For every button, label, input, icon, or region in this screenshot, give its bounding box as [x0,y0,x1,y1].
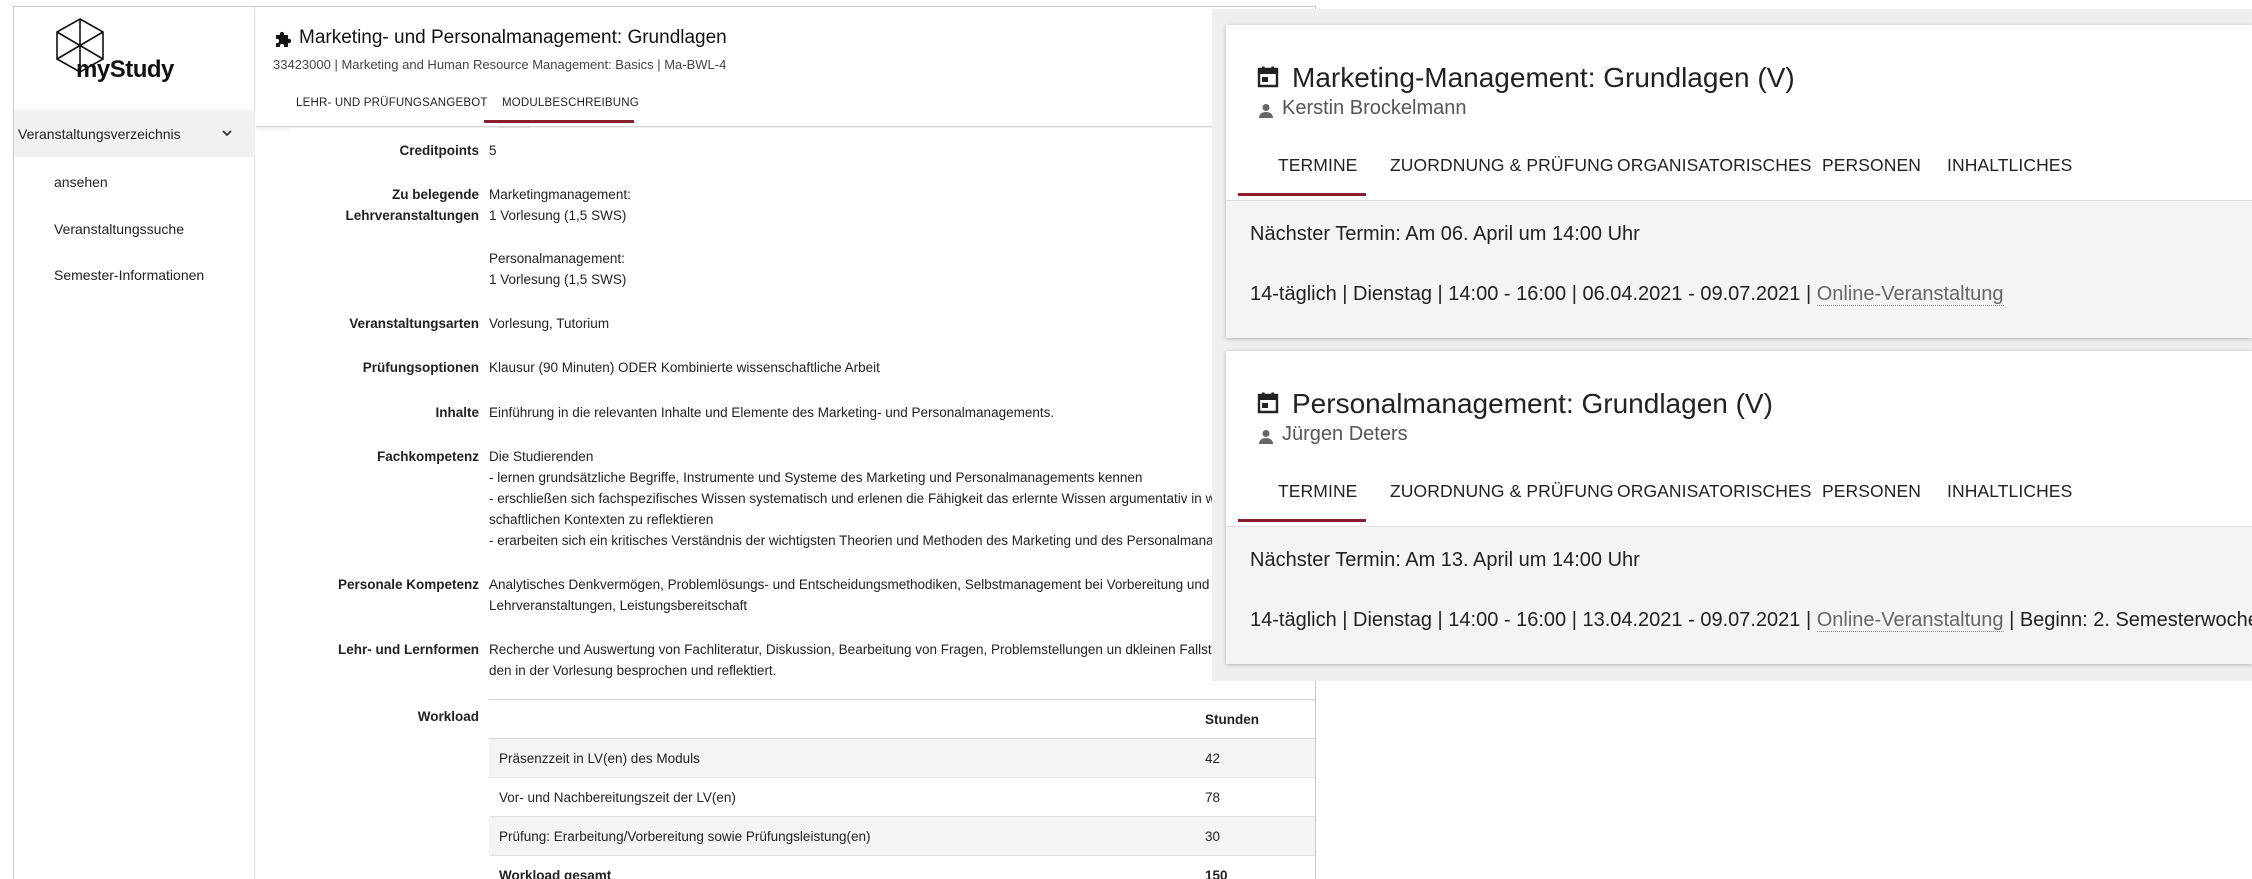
schedule-line: 14-täglich | Dienstag | 14:00 - 16:00 | … [1250,283,2004,306]
sidebar-item-ansehen[interactable]: ansehen [54,174,108,190]
module-window: myStudy Veranstaltungsverzeichnis ansehe… [13,6,1316,879]
veranstaltungsarten-value: Vorlesung, Tutorium [489,316,610,331]
table-row-total: Workload gesamt 150 [489,855,1315,879]
calendar-icon [1257,392,1279,414]
active-tab-indicator [484,120,634,123]
lehr-lernformen-line: den in der Vorlesung besprochen und refl… [489,663,777,678]
module-header: Marketing- und Personalmanagement: Grund… [256,7,1315,127]
tab-inhaltliches[interactable]: INHALTLICHES [1947,155,2072,176]
workload-label: Workload [417,709,479,724]
pruefungsoptionen-label: Prüfungsoptionen [362,360,479,375]
personale-kompetenz-line: Analytisches Denkvermögen, Problemlösung… [489,577,1316,592]
tab-inhaltliches[interactable]: INHALTLICHES [1947,481,2072,502]
table-cell-hours: 42 [1195,738,1315,778]
main-area: Marketing- und Personalmanagement: Grund… [256,7,1316,879]
inhalte-value: Einführung in die relevanten Inhalte und… [489,405,1055,420]
next-appointment: Nächster Termin: Am 06. April um 14:00 U… [1250,223,1640,245]
course-card-body: Nächster Termin: Am 06. April um 14:00 U… [1226,200,2252,338]
course-lecturer: Kerstin Brockelmann [1282,97,1467,119]
fachkompetenz-line: Die Studierenden [489,449,594,464]
table-row: Vor- und Nachbereitungszeit der LV(en) 7… [489,777,1315,817]
pruefungsoptionen-value: Klausur (90 Minuten) ODER Kombinierte wi… [489,360,880,375]
creditpoints-value: 5 [489,143,497,158]
table-cell-activity: Prüfung: Erarbeitung/Vorbereitung sowie … [489,816,1195,856]
course-card-marketing: Marketing-Management: Grundlagen (V) Ker… [1226,25,2252,338]
nav-section-veranstaltungsverzeichnis[interactable]: Veranstaltungsverzeichnis [14,110,255,157]
chevron-down-icon[interactable] [219,125,235,141]
lehr-lernformen-label: Lehr- und Lernformen [338,642,479,657]
tab-organisatorisches[interactable]: ORGANISATORISCHES [1617,481,1812,502]
course-card-body: Nächster Termin: Am 13. April um 14:00 U… [1226,526,2252,664]
table-header-empty [489,699,1195,739]
active-tab-indicator [1238,519,1366,522]
person-icon [1259,430,1273,444]
fachkompetenz-line: schaftlichen Kontexten zu reflektieren [489,512,714,527]
fachkompetenz-line: - erschließen sich fachspezifisches Wiss… [489,491,1316,506]
table-row: Präsenzzeit in LV(en) des Moduls 42 [489,738,1315,778]
lv-item-2-title: Personalmanagement: [489,251,625,266]
tab-personen[interactable]: PERSONEN [1822,155,1921,176]
tab-personen[interactable]: PERSONEN [1822,481,1921,502]
online-event-link[interactable]: Online-Veranstaltung [1816,283,2004,306]
table-cell-activity: Präsenzzeit in LV(en) des Moduls [489,738,1195,778]
course-card-personal: Personalmanagement: Grundlagen (V) Jürge… [1226,351,2252,664]
course-lecturer: Jürgen Deters [1282,423,1408,445]
lehrveranstaltungen-label-1: Zu belegende [391,187,479,202]
schedule-text: 14-täglich | Dienstag | 14:00 - 16:00 | … [1250,609,1812,631]
person-icon [1259,104,1273,118]
screenshot-stage: myStudy Veranstaltungsverzeichnis ansehe… [0,0,2252,879]
lv-item-1-title: Marketingmanagement: [489,187,631,202]
personale-kompetenz-label: Personale Kompetenz [337,577,479,592]
page-subtitle: 33423000 | Marketing and Human Resource … [273,57,727,72]
table-cell-hours: 78 [1195,777,1315,817]
personale-kompetenz-line: Lehrveranstaltungen, Leistungsbereitscha… [489,598,748,613]
workload-table: Stunden Präsenzzeit in LV(en) des Moduls… [489,699,1315,879]
course-title: Marketing-Management: Grundlagen (V) [1292,62,1795,93]
module-description: Creditpoints 5 Zu belegende Lehrveransta… [289,128,1316,879]
lv-item-1-detail: 1 Vorlesung (1,5 SWS) [489,208,627,223]
course-title: Personalmanagement: Grundlagen (V) [1292,388,1773,419]
lv-item-2-detail: 1 Vorlesung (1,5 SWS) [489,272,627,287]
table-cell-activity: Vor- und Nachbereitungszeit der LV(en) [489,777,1195,817]
tab-lehr-und-pruefungsangebot[interactable]: LEHR- UND PRÜFUNGSANGEBOT [296,97,488,109]
calendar-icon [1257,66,1279,88]
veranstaltungsarten-label: Veranstaltungsarten [349,316,479,331]
sidebar-item-veranstaltungssuche[interactable]: Veranstaltungssuche [54,221,184,237]
table-cell-total-label: Workload gesamt [489,855,1195,879]
fachkompetenz-label: Fachkompetenz [376,449,479,464]
table-header-stunden: Stunden [1195,699,1315,739]
fachkompetenz-line: - lernen grundsätzliche Begriffe, Instru… [489,470,1143,485]
lehr-lernformen-line: Recherche und Auswertung von Fachliterat… [489,642,1316,657]
tab-organisatorisches[interactable]: ORGANISATORISCHES [1617,155,1812,176]
online-event-link[interactable]: Online-Veranstaltung [1816,609,2004,632]
table-row: Prüfung: Erarbeitung/Vorbereitung sowie … [489,816,1315,856]
fachkompetenz-line: - erarbeiten sich ein kritisches Verstän… [489,533,1266,548]
tab-zuordnung-pruefung[interactable]: ZUORDNUNG & PRÜFUNG [1390,481,1614,502]
table-header-row: Stunden [489,699,1315,739]
next-appointment: Nächster Termin: Am 13. April um 14:00 U… [1250,549,1640,571]
lehrveranstaltungen-label-2: Lehrveranstaltungen [345,208,479,223]
tab-termine[interactable]: TERMINE [1278,481,1357,502]
tab-termine[interactable]: TERMINE [1278,155,1357,176]
brand-name: myStudy [76,56,174,83]
schedule-line: 14-täglich | Dienstag | 14:00 - 16:00 | … [1250,609,2252,632]
schedule-suffix: | Beginn: 2. Semesterwoche [2009,609,2252,631]
puzzle-icon [276,31,292,47]
page-title: Marketing- und Personalmanagement: Grund… [299,27,727,48]
table-cell-hours: 30 [1195,816,1315,856]
inhalte-label: Inhalte [435,405,479,420]
active-tab-indicator [1238,193,1366,196]
tab-modulbeschreibung[interactable]: MODULBESCHREIBUNG [502,97,639,109]
creditpoints-label: Creditpoints [399,143,480,158]
sidebar-item-semester-informationen[interactable]: Semester-Informationen [54,267,204,283]
schedule-text: 14-täglich | Dienstag | 14:00 - 16:00 | … [1250,283,1812,305]
sidebar: myStudy Veranstaltungsverzeichnis ansehe… [14,7,255,879]
table-cell-total-hours: 150 [1195,855,1315,879]
nav-section-label: Veranstaltungsverzeichnis [18,125,181,142]
tab-zuordnung-pruefung[interactable]: ZUORDNUNG & PRÜFUNG [1390,155,1614,176]
